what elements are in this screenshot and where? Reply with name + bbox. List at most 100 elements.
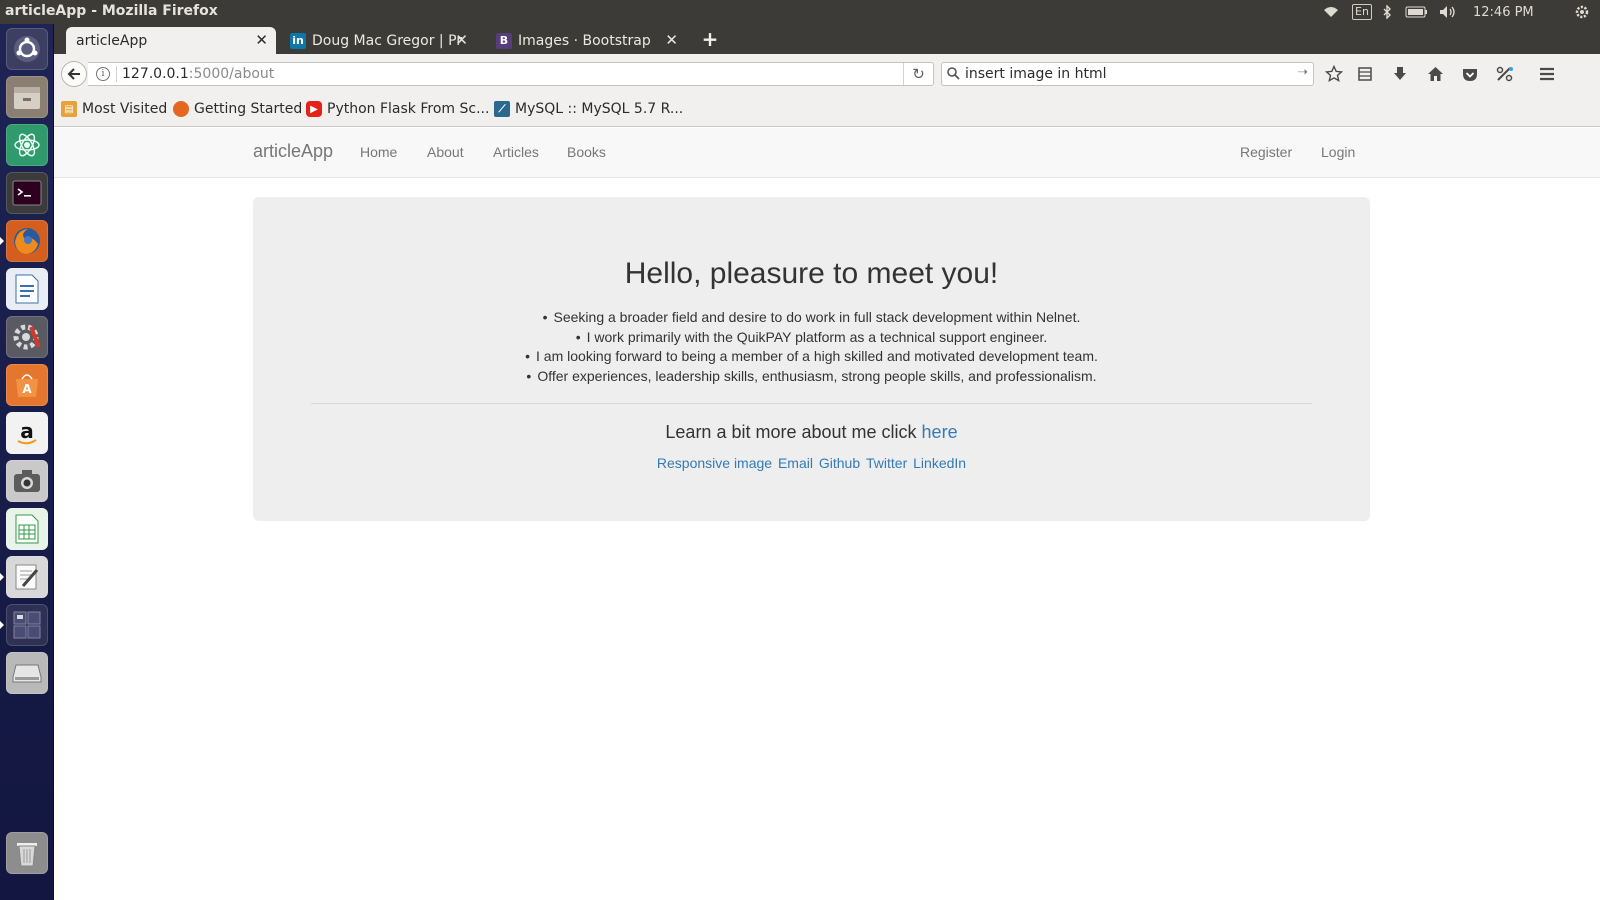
bookmark-getting-started[interactable]: Getting Started [173,101,302,117]
linkedin-icon: in [290,32,306,49]
bootstrap-icon: B [496,32,512,49]
mysql-icon: ⟋ [494,101,510,117]
email-link[interactable]: Email [778,455,813,471]
firefox-icon[interactable] [6,220,48,262]
atom-editor-icon[interactable] [6,124,48,166]
list-item: Offer experiences, leadership skills, en… [253,367,1370,387]
libreoffice-writer-icon[interactable] [6,268,48,310]
nav-link-register[interactable]: Register [1240,144,1292,160]
profile-links: Responsive image Email Github Twitter Li… [253,455,1370,471]
site-info-icon[interactable]: i [96,67,110,81]
bookmark-python-flask[interactable]: ▶ Python Flask From Sc... [306,101,489,117]
list-item: Seeking a broader field and desire to do… [253,308,1370,328]
bluetooth-icon[interactable] [1380,0,1394,24]
battery-icon[interactable] [1404,0,1430,24]
tab-label: Doug Mac Gregor | Pro [312,32,462,49]
window-title: articleApp - Mozilla Firefox [5,3,218,19]
github-link[interactable]: Github [819,455,860,471]
software-center-icon[interactable]: A [6,364,48,406]
tab-linkedin[interactable]: in Doug Mac Gregor | Pro ✕ [280,27,476,54]
list-item: I am looking forward to being a member o… [253,347,1370,367]
bookmark-label: Getting Started [194,101,303,117]
url-divider [116,66,117,82]
removable-drive-icon[interactable] [6,652,48,694]
navbar-brand[interactable]: articleApp [253,141,333,162]
bookmark-label: Most Visited [82,101,168,117]
volume-icon[interactable] [1438,0,1460,24]
url-path: :5000/about [188,66,275,82]
clock[interactable]: 12:46 PM [1473,0,1534,24]
bookmark-mysql[interactable]: ⟋ MySQL :: MySQL 5.7 R... [494,101,683,117]
reload-icon[interactable]: ↻ [903,63,933,85]
browser-tab-strip: articleApp ✕ in Doug Mac Gregor | Pro ✕ … [54,24,1600,54]
home-icon[interactable] [1424,64,1446,84]
tab-close-icon[interactable]: ✕ [455,32,468,48]
intro-bullet-list: Seeking a broader field and desire to do… [253,308,1370,386]
os-top-panel: articleApp - Mozilla Firefox En 12:46 PM [0,0,1600,24]
new-tab-plus-icon[interactable]: + [700,29,720,49]
terminal-icon[interactable] [6,172,48,214]
jumbotron: Hello, pleasure to meet you! Seeking a b… [253,197,1370,521]
bookmarks-toolbar: ▤ Most Visited Getting Started ▶ Python … [54,93,1600,127]
bookmarks-library-icon[interactable] [1354,64,1376,84]
search-input[interactable]: insert image in html [965,66,1107,82]
url-text[interactable]: 127.0.0.1:5000/about [122,66,274,82]
ubuntu-dash-icon[interactable] [6,28,48,70]
tab-bootstrap-images[interactable]: B Images · Bootstrap ✕ [486,27,686,54]
trash-icon[interactable] [6,832,48,874]
pocket-icon[interactable] [1459,64,1481,84]
twitter-link[interactable]: Twitter [866,455,907,471]
nav-link-articles[interactable]: Articles [493,144,539,160]
browser-toolbar: i 127.0.0.1:5000/about ↻ insert image in… [54,54,1600,93]
divider [311,403,1312,404]
system-settings-icon[interactable] [6,316,48,358]
nav-link-login[interactable]: Login [1321,144,1355,160]
url-host: 127.0.0.1 [122,66,189,82]
text-editor-icon[interactable] [6,556,48,598]
tab-close-icon[interactable]: ✕ [255,32,268,48]
keyboard-layout-indicator[interactable]: En [1352,4,1372,20]
nav-link-about[interactable]: About [427,144,464,160]
system-gear-icon[interactable] [1572,0,1592,24]
back-arrow-icon[interactable] [61,61,87,87]
libreoffice-calc-icon[interactable] [6,508,48,550]
downloads-arrow-icon[interactable] [1389,64,1411,84]
amazon-icon[interactable]: a [6,412,48,454]
screenshot-camera-icon[interactable] [6,460,48,502]
learn-more-text: Learn a bit more about me click here [253,422,1370,443]
bookmark-most-visited[interactable]: ▤ Most Visited [61,101,167,117]
youtube-icon: ▶ [306,101,322,117]
search-bar[interactable]: insert image in html ➝ [941,62,1314,86]
svg-text:A: A [22,382,32,396]
folder-icon: ▤ [61,101,77,117]
nav-link-home[interactable]: Home [360,144,397,160]
bookmark-label: MySQL :: MySQL 5.7 R... [515,101,684,117]
wifi-icon[interactable] [1321,0,1341,24]
learn-more-prefix: Learn a bit more about me click [665,422,917,442]
responsive-image-link[interactable]: Responsive image [657,455,772,471]
workspace-switcher-icon[interactable] [6,604,48,646]
learn-more-here-link[interactable]: here [922,422,958,442]
web-page: articleApp Home About Articles Books Reg… [54,128,1600,900]
files-icon[interactable] [6,76,48,118]
tab-label: Images · Bootstrap [518,32,651,49]
bookmark-star-icon[interactable] [1323,64,1345,84]
firefox-icon [173,101,189,117]
search-go-arrow-icon[interactable]: ➝ [1297,65,1308,80]
running-indicator [0,237,4,245]
running-indicator [0,573,4,581]
extension-puzzle-icon[interactable] [1494,64,1516,84]
hamburger-menu-icon[interactable] [1536,64,1558,84]
url-bar[interactable]: i 127.0.0.1:5000/about ↻ [88,62,934,86]
svg-text:a: a [20,419,34,443]
tab-articleapp[interactable]: articleApp ✕ [66,27,276,54]
linkedin-link[interactable]: LinkedIn [913,455,966,471]
bookmark-label: Python Flask From Sc... [327,101,490,117]
search-icon [947,67,960,84]
tab-close-icon[interactable]: ✕ [665,32,678,48]
tab-label: articleApp [76,32,148,49]
running-indicator [0,621,4,629]
nav-link-books[interactable]: Books [567,144,606,160]
list-item: I work primarily with the QuikPAY platfo… [253,328,1370,348]
site-navbar: articleApp Home About Articles Books Reg… [54,128,1600,178]
